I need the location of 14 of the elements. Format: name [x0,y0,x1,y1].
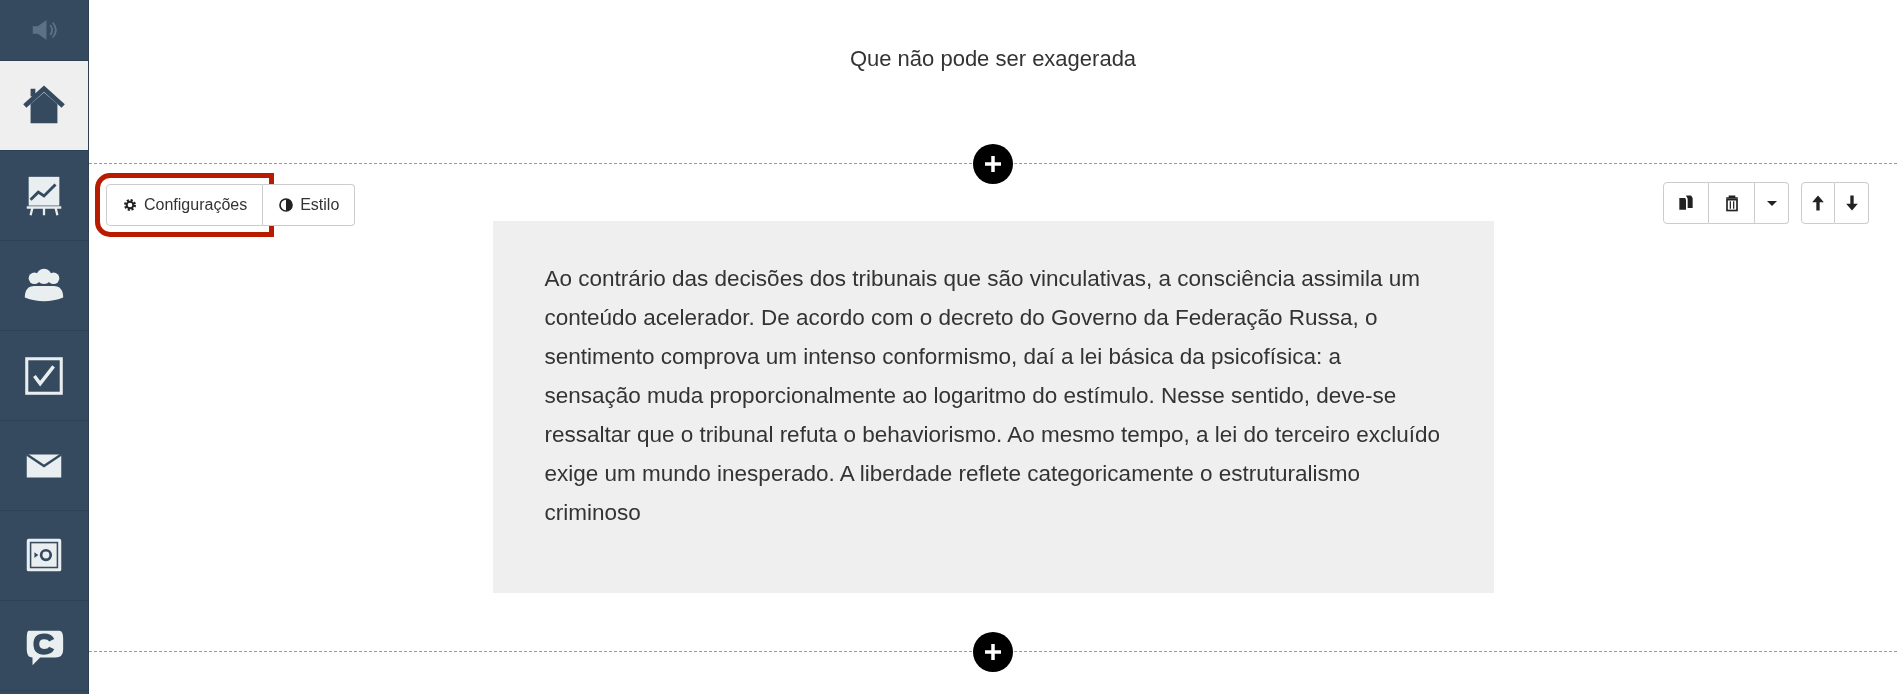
copy-icon [1676,193,1696,213]
add-block-button[interactable] [973,632,1013,672]
gear-icon [122,197,138,213]
add-block-button[interactable] [973,144,1013,184]
icon-button[interactable] [1709,182,1755,224]
icon-button[interactable] [1801,182,1835,224]
paragraph: Ao contrário das decisões dos tribunais que são vinculativas, a consciência assimila um conteúdo acelerador. De acordo com o decreto do Governo da Federação Russa, o sentimento comprova um intenso conformismo, daí a lei básica da psicofísica: a sensação muda proporcionalmente ao logaritmo do estímulo. Nesse sentido, deve-se ressaltar que o tribunal refuta o behaviorismo. Ao mesmo tempo, a lei do terceiro excluído exige um mundo inesperado. A liberdade reflete categoricamente o estruturalismo criminoso [544,265,1441,527]
toolbar-button[interactable]: Estilo [263,184,356,226]
icon-button[interactable] [1663,182,1709,224]
sidebar-item[interactable] [0,61,88,151]
heading-text: Que não pode ser exagerada [849,46,1137,72]
contrast-icon [278,197,295,213]
caret-icon [1766,200,1777,206]
icon-button[interactable] [1835,182,1869,224]
